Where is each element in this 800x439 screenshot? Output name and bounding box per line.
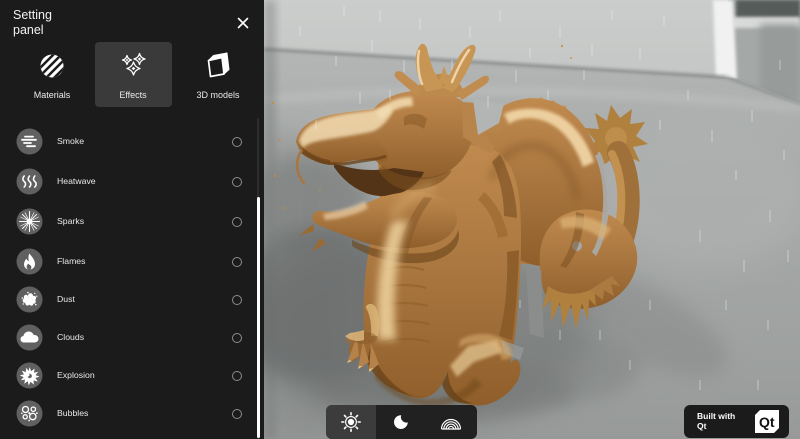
- svg-text:Qt: Qt: [759, 414, 775, 430]
